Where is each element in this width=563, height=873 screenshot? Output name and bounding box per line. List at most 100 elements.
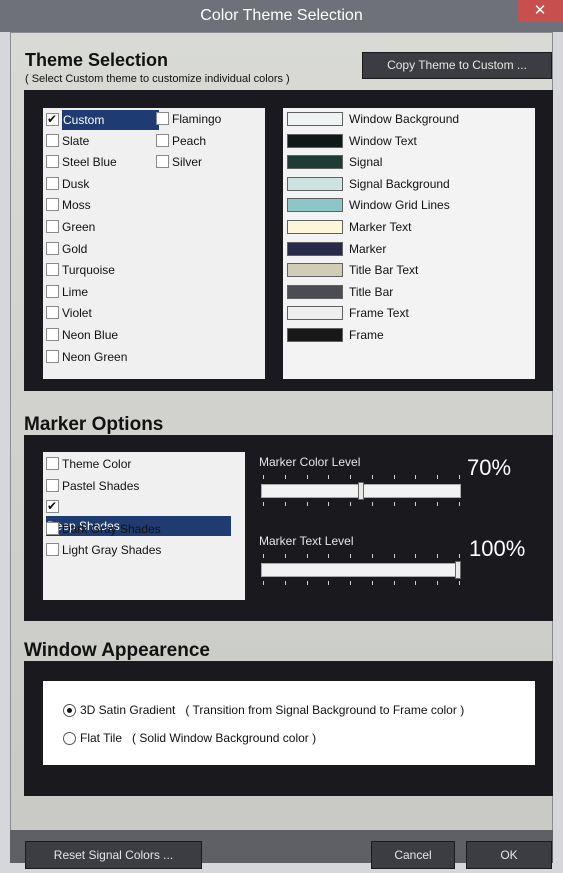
theme-item-moss[interactable]: Moss [46,196,91,214]
slider-tick [393,581,395,585]
theme-item-turquoise[interactable]: Turquoise [46,261,115,279]
theme-item-neon-blue[interactable]: Neon Blue [46,326,118,344]
checkbox-icon [46,176,59,190]
slider-tick [284,581,286,585]
slider-tick [306,502,308,506]
window-appearance-heading: Window Appearence [24,640,210,661]
radio-flat-tile[interactable]: Flat Tile ( Solid Window Background colo… [63,731,316,745]
checkbox-icon [46,133,59,147]
slider-tick [263,581,264,585]
color-swatch[interactable] [287,328,343,342]
color-label: Marker [349,241,387,256]
color-swatch[interactable] [287,112,343,126]
theme-item-lime[interactable]: Lime [46,283,88,301]
color-swatch[interactable] [287,263,343,278]
theme-item-gold[interactable]: Gold [46,240,87,258]
radio-satin-note: ( Transition from Signal Background to F… [185,703,465,717]
marker-text-slider[interactable] [261,554,461,588]
slider-thumb[interactable] [358,482,364,500]
checkbox-icon [46,328,59,341]
color-list: Window Background Window Text Signal Signal… [283,108,535,379]
slider-tick [328,502,330,506]
window-title: Color Theme Selection [200,7,363,24]
color-swatch[interactable] [287,155,343,170]
marker-item-deep-shades[interactable]: Deep Shades [46,497,245,537]
checkbox-icon [46,521,59,535]
slider-tick [350,581,352,585]
checkbox-icon [156,155,169,169]
theme-item-flamingo[interactable]: Flamingo [156,110,221,128]
color-label: Signal [349,155,383,170]
theme-item-green[interactable]: Green [46,218,95,236]
checkbox-icon [156,112,169,125]
checkbox-icon [46,349,59,363]
theme-selection-heading: Theme Selection [25,50,169,70]
theme-item-steel-blue[interactable]: Steel Blue [46,153,117,171]
marker-item-dark-gray-shades[interactable]: Dark Gray Shades [46,520,161,538]
theme-item-violet[interactable]: Violet [46,304,92,322]
color-label: Title Bar Text [349,263,419,278]
checkbox-icon [46,263,59,277]
theme-item-dusk[interactable]: Dusk [46,175,89,193]
color-swatch[interactable] [287,306,343,321]
checkbox-icon [46,306,59,320]
theme-item-neon-green[interactable]: Neon Green [46,348,127,366]
reset-signal-colors-button[interactable]: Reset Signal Colors ... [25,841,202,869]
theme-selection-subtitle: ( Select Custom theme to customize indiv… [25,73,290,85]
checkbox-icon [156,133,169,147]
color-swatch[interactable] [287,241,343,256]
slider-tick [415,502,417,506]
marker-item-theme-color[interactable]: Theme Color [46,455,131,473]
item-label: Green [62,220,96,234]
item-label: Pastel Shades [62,478,140,493]
marker-item-pastel-shades[interactable]: Pastel Shades [46,477,139,495]
slider-tick [263,554,264,558]
checkbox-icon [46,198,59,212]
checkbox-icon [46,155,59,169]
close-button[interactable]: ✕ [517,0,563,22]
checkbox-icon [46,241,59,255]
color-label: Window Grid Lines [349,198,450,213]
slider-tick [371,502,373,506]
radio-satin-gradient[interactable]: 3D Satin Gradient ( Transition from Sign… [63,703,464,717]
color-label: Signal Background [349,176,450,191]
ok-button[interactable]: OK [466,841,552,869]
theme-item-peach[interactable]: Peach [156,132,206,150]
appearance-box: 3D Satin Gradient ( Transition from Sign… [43,681,535,765]
color-swatch[interactable] [287,133,343,148]
slider-tick [371,554,373,558]
slider-tick [263,475,264,479]
slider-tick [393,554,395,558]
slider-tick [350,554,352,558]
color-swatch[interactable] [287,220,343,234]
item-label: Neon Green [62,349,128,364]
marker-options-heading: Marker Options [24,414,164,435]
item-label: Flamingo [172,112,222,126]
color-swatch[interactable] [287,198,343,213]
theme-item-custom[interactable]: Custom [46,110,159,130]
item-label: Silver [172,155,203,170]
marker-text-level-value: 100% [469,536,526,561]
color-swatch[interactable] [287,284,343,299]
slider-tick [415,581,417,585]
slider-tick [393,502,395,506]
marker-color-slider[interactable] [261,475,461,509]
item-label: Steel Blue [62,155,117,170]
item-label: Dark Gray Shades [62,521,161,536]
checkbox-icon [46,497,59,515]
slider-tick [415,554,417,558]
slider-tick [437,502,439,506]
theme-item-silver[interactable]: Silver [156,153,202,171]
slider-tick [306,554,308,558]
marker-item-light-gray-shades[interactable]: Light Gray Shades [46,541,161,559]
cancel-button[interactable]: Cancel [371,841,455,869]
theme-item-slate[interactable]: Slate [46,132,89,150]
slider-tick [393,475,395,479]
color-swatch[interactable] [287,176,343,191]
slider-tick [263,502,264,506]
theme-list: Custom Slate Steel Blue Dusk Moss Green Gold Tu… [43,108,265,379]
slider-thumb[interactable] [455,561,461,579]
item-label: Light Gray Shades [62,543,162,558]
copy-theme-button[interactable]: Copy Theme to Custom ... [362,52,552,79]
color-label: Frame Text [349,306,409,321]
